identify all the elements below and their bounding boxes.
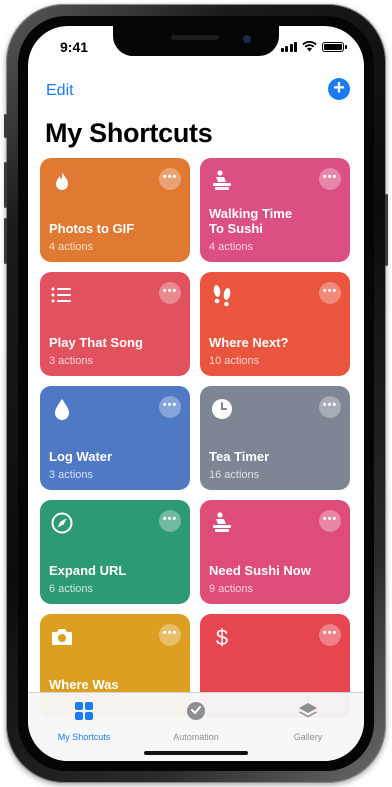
tab-label: Gallery bbox=[293, 732, 323, 742]
shortcut-card-expand-url[interactable]: ••• Expand URL 6 actions bbox=[40, 500, 190, 604]
list-icon bbox=[51, 287, 71, 303]
grid-icon bbox=[75, 702, 93, 720]
flame-icon bbox=[56, 171, 68, 190]
shortcut-card-need-sushi-now[interactable]: ••• Need Sushi Now 9 actions bbox=[200, 500, 350, 604]
automation-icon bbox=[187, 702, 205, 720]
status-icons bbox=[280, 41, 347, 52]
more-options-button[interactable]: ••• bbox=[319, 510, 341, 532]
shortcut-card-log-water[interactable]: ••• Log Water 3 actions bbox=[40, 386, 190, 490]
compass-icon bbox=[51, 512, 73, 534]
shortcut-name: Where Was bbox=[49, 677, 119, 692]
more-options-button[interactable]: ••• bbox=[319, 168, 341, 190]
shortcut-name: Walking Time To Sushi bbox=[209, 206, 293, 236]
edit-button[interactable]: Edit bbox=[46, 82, 74, 100]
more-options-button[interactable]: ••• bbox=[159, 282, 181, 304]
shortcut-card-where-next[interactable]: ••• Where Next? 10 actions bbox=[200, 272, 350, 376]
notch bbox=[113, 26, 279, 56]
more-options-button[interactable]: ••• bbox=[319, 624, 341, 646]
signal-bars-icon bbox=[280, 42, 297, 52]
tab-automation[interactable]: Automation bbox=[140, 701, 252, 742]
water-drop-icon bbox=[55, 399, 69, 420]
shortcut-name: Expand URL bbox=[49, 563, 127, 578]
page-title: My Shortcuts bbox=[45, 118, 213, 148]
shortcut-name: Play That Song bbox=[49, 335, 143, 350]
add-shortcut-button[interactable]: + bbox=[328, 78, 350, 100]
sushi-icon bbox=[213, 512, 231, 532]
shortcut-card-photos-to-gif[interactable]: ••• Photos to GIF 4 actions bbox=[40, 158, 190, 262]
phone-frame: 9:41 Edit + My Shortcuts ••• Photos to G… bbox=[4, 4, 388, 783]
action-count: 10 actions bbox=[209, 355, 260, 367]
more-options-button[interactable]: ••• bbox=[159, 396, 181, 418]
more-options-button[interactable]: ••• bbox=[319, 282, 341, 304]
wifi-icon bbox=[302, 41, 317, 52]
shortcut-name: Where Next? bbox=[209, 335, 289, 350]
more-options-button[interactable]: ••• bbox=[159, 624, 181, 646]
shortcut-name: Log Water bbox=[49, 449, 113, 464]
status-time: 9:41 bbox=[60, 39, 89, 55]
side-button bbox=[385, 194, 388, 266]
clock-icon bbox=[212, 399, 232, 419]
layers-icon bbox=[299, 703, 317, 718]
screen: 9:41 Edit + My Shortcuts ••• Photos to G… bbox=[28, 26, 364, 761]
tab-my-shortcuts[interactable]: My Shortcuts bbox=[28, 701, 140, 742]
more-options-button[interactable]: ••• bbox=[159, 510, 181, 532]
action-count: 4 actions bbox=[49, 241, 94, 253]
volume-down-button bbox=[4, 218, 7, 264]
shortcut-name: Need Sushi Now bbox=[209, 563, 311, 578]
sushi-icon bbox=[213, 170, 231, 190]
dollar-icon: $ bbox=[216, 625, 228, 650]
more-options-button[interactable]: ••• bbox=[159, 168, 181, 190]
volume-up-button bbox=[4, 162, 7, 208]
tab-label: Automation bbox=[173, 732, 219, 742]
front-camera bbox=[243, 35, 251, 43]
shortcut-name: Tea Timer bbox=[209, 449, 270, 464]
action-count: 9 actions bbox=[209, 583, 254, 595]
action-count: 4 actions bbox=[209, 241, 254, 253]
action-count: 16 actions bbox=[209, 469, 260, 481]
action-count: 3 actions bbox=[49, 469, 94, 481]
footprints-icon bbox=[213, 285, 231, 307]
more-options-button[interactable]: ••• bbox=[319, 396, 341, 418]
mute-switch bbox=[4, 114, 7, 138]
action-count: 3 actions bbox=[49, 355, 94, 367]
home-indicator bbox=[144, 751, 248, 755]
shortcut-card-tea-timer[interactable]: ••• Tea Timer 16 actions bbox=[200, 386, 350, 490]
speaker bbox=[171, 35, 219, 40]
tab-label: My Shortcuts bbox=[57, 732, 111, 742]
svg-text:$: $ bbox=[216, 625, 228, 650]
action-count: 6 actions bbox=[49, 583, 94, 595]
camera-icon bbox=[52, 629, 72, 645]
battery-icon bbox=[322, 42, 347, 52]
shortcut-name: Photos to GIF bbox=[49, 221, 135, 236]
shortcut-card-play-that-song[interactable]: ••• Play That Song 3 actions bbox=[40, 272, 190, 376]
tab-gallery[interactable]: Gallery bbox=[252, 701, 364, 742]
shortcut-card-walking-time-to-sushi[interactable]: ••• Walking Time To Sushi 4 actions bbox=[200, 158, 350, 262]
